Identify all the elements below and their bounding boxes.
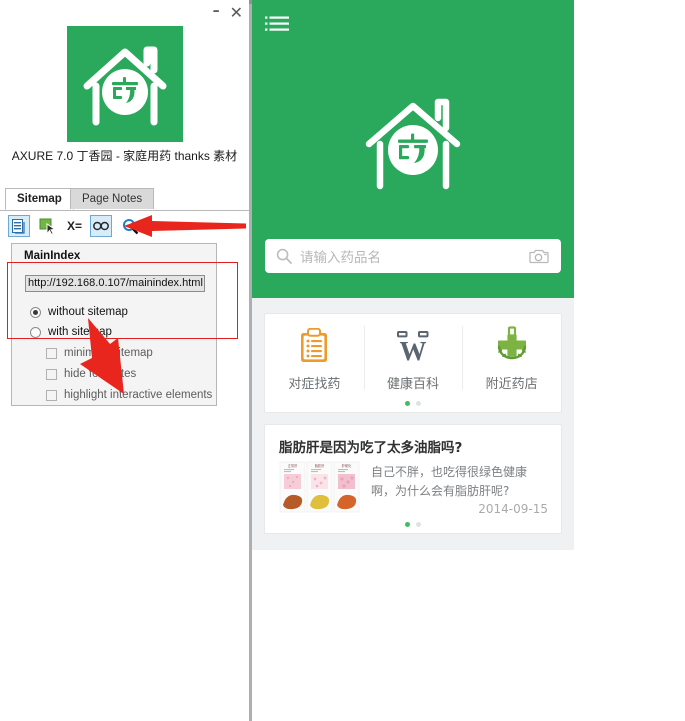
quick-entry-label: 健康百科 [387, 377, 440, 392]
quick-entry-label: 对症找药 [288, 377, 341, 392]
page-dot-active[interactable] [405, 401, 410, 406]
axure-prototype-panel: – ✕ AXURE 7.0 丁香园 - 家庭用药 thanks 素材 Sitem… [0, 0, 257, 721]
link-chain-icon[interactable] [90, 215, 113, 237]
search-placeholder: 请输入药品名 [300, 250, 381, 266]
page-title: AXURE 7.0 丁香园 - 家庭用药 thanks 素材 [11, 149, 238, 163]
hamburger-list-icon[interactable] [265, 16, 289, 32]
svg-text:脂肪肝: 脂肪肝 [315, 463, 325, 468]
radio-dot-with-sitemap[interactable] [30, 326, 41, 338]
search-input[interactable]: 请输入药品名 [265, 239, 561, 273]
window-controls: – ✕ [213, 3, 243, 23]
app-screen-footer [252, 540, 574, 550]
cursor-select-icon[interactable] [37, 215, 59, 237]
search-magnifier-icon [276, 248, 292, 264]
radio-dot-without-sitemap[interactable] [30, 306, 41, 318]
prototype-stage: 请输入药品名 对症找药 W 健康百科 附近药店 脂肪肝是因为吃了太多油脂吗? 正… [252, 0, 685, 721]
pharmacy-cross-icon [494, 324, 530, 364]
quick-entry-nearby-pharmacy[interactable]: 附近药店 [462, 314, 561, 402]
tab-sitemap[interactable]: Sitemap [5, 188, 74, 210]
app-header: 请输入药品名 [252, 0, 574, 298]
checkbox-box-hide-footnotes[interactable] [46, 368, 57, 380]
article-title: 脂肪肝是因为吃了太多油脂吗? [279, 440, 463, 456]
checkbox-box-minimize-sitemap[interactable] [46, 347, 57, 359]
cursor-select-glyph [39, 218, 57, 235]
tab-strip: Sitemap Page Notes [0, 188, 249, 211]
article-page-dots[interactable] [265, 522, 561, 527]
page-document-icon[interactable] [8, 215, 30, 237]
page-dot[interactable] [416, 401, 421, 406]
svg-text:W: W [400, 336, 427, 364]
variables-x-label[interactable]: X= [67, 219, 82, 233]
quick-entry-symptom-search[interactable]: 对症找药 [265, 314, 364, 402]
quick-entry-page-dots[interactable] [265, 401, 561, 406]
close-button[interactable]: ✕ [230, 5, 243, 21]
liver-comparison-images: 正常肝 脂肪肝 肝硬化 [279, 461, 361, 513]
svg-text:正常肝: 正常肝 [288, 463, 298, 468]
page-dot-active[interactable] [405, 522, 410, 527]
quick-entry-row: 对症找药 W 健康百科 附近药店 [265, 314, 561, 402]
pharmacy-house-icon [83, 46, 167, 126]
quick-entry-card: 对症找药 W 健康百科 附近药店 [264, 313, 562, 413]
red-arrow-to-search-icon [124, 215, 246, 237]
minimize-button[interactable]: – [213, 4, 220, 18]
article-date: 2014-09-15 [478, 502, 548, 516]
svg-text:肝硬化: 肝硬化 [342, 463, 352, 468]
tab-page-notes[interactable]: Page Notes [70, 188, 155, 209]
quick-entry-health-encyclopedia[interactable]: W 健康百科 [363, 314, 463, 402]
url-input[interactable]: http://192.168.0.107/mainindex.html [25, 275, 205, 292]
pharmacy-house-icon [365, 98, 461, 190]
app-logo [67, 26, 183, 142]
article-card[interactable]: 脂肪肝是因为吃了太多油脂吗? 正常肝 脂肪肝 肝硬化 自己不胖，也吃得很绿色健康… [264, 424, 562, 534]
link-chain-glyph [93, 221, 109, 231]
wiki-w-icon: W [396, 324, 430, 364]
clipboard-icon [299, 324, 329, 364]
red-arrow-to-radio-group [80, 318, 124, 394]
quick-entry-label: 附近药店 [485, 377, 538, 392]
checkbox-box-highlight-interactive[interactable] [46, 389, 57, 401]
page-document-glyph [12, 218, 25, 234]
camera-icon[interactable] [529, 248, 549, 264]
article-summary: 自己不胖，也吃得很绿色健康啊，为什么会有脂肪肝呢? [371, 465, 528, 498]
page-dot[interactable] [416, 522, 421, 527]
sitemap-heading: MainIndex [24, 250, 81, 262]
mobile-app-screen: 请输入药品名 对症找药 W 健康百科 附近药店 脂肪肝是因为吃了太多油脂吗? 正… [252, 0, 574, 550]
